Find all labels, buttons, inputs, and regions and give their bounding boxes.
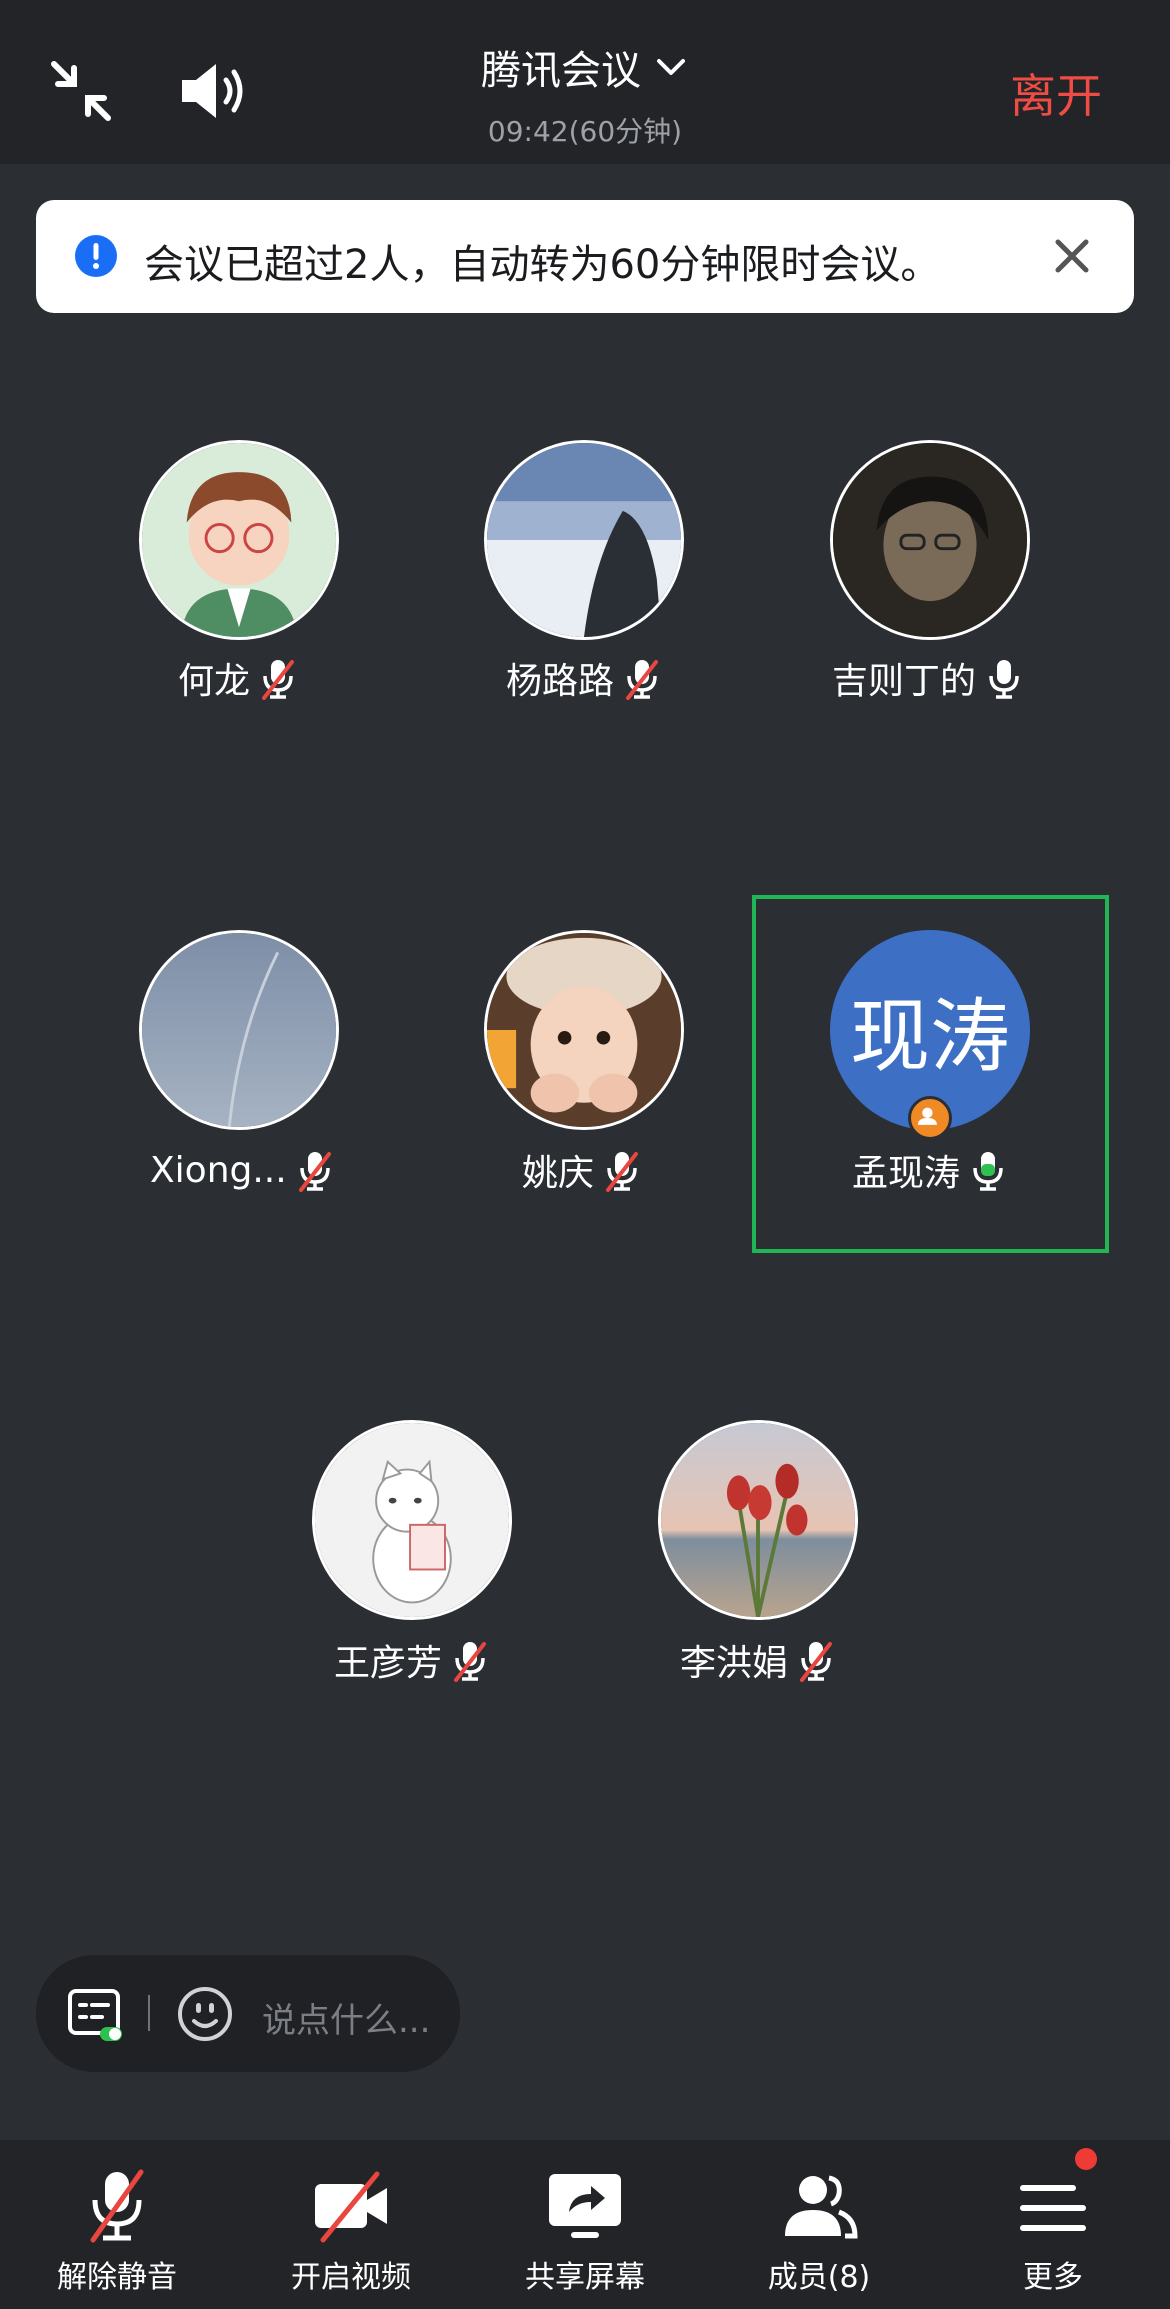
share-screen-icon [549,2174,621,2238]
video-button[interactable]: 开启视频 [261,2140,441,2309]
members-icon [785,2175,858,2239]
participant-name: 李洪娟 [680,1643,789,1684]
chat-bar: 说点什么... [36,1955,460,2072]
top-bar: 腾讯会议 09:42(60分钟) 离开 [0,0,1170,164]
share-label: 共享屏幕 [525,2260,645,2295]
notification-dot [1075,2148,1097,2170]
avatar [139,930,339,1130]
separator [148,1995,150,2031]
avatar [658,1420,858,1620]
mic-muted-icon [454,1640,487,1682]
participant-name: 孟现涛 [852,1153,961,1194]
person-icon [917,1107,937,1125]
meeting-title: 腾讯会议 [481,48,641,94]
members-label: 成员(8) [767,2260,871,2295]
participant-name: 杨路路 [506,661,615,702]
participant-name: 姚庆 [522,1153,595,1194]
unmute-label: 解除静音 [57,2260,177,2295]
avatar [830,440,1030,640]
meeting-timer: 09:42(60分钟) [487,115,683,148]
mic-muted-icon [90,2169,144,2243]
close-icon[interactable] [1050,234,1094,278]
avatar [312,1420,512,1620]
video-off-icon [315,2171,387,2243]
chevron-down-icon [657,59,685,75]
banner-message: 会议已超过2人，自动转为60分钟限时会议。 [144,242,941,288]
more-label: 更多 [1023,2260,1083,2295]
mic-icon [989,658,1019,699]
participant-name: Xiong... [150,1149,287,1191]
unmute-button[interactable]: 解除静音 [27,2140,207,2309]
mic-speaking-icon [973,1150,1003,1191]
chat-input[interactable]: 说点什么... [262,1993,430,2042]
participant-name: 吉则丁的 [832,661,977,702]
notice-banner: 会议已超过2人，自动转为60分钟限时会议。 [36,200,1134,313]
chat-message-icon[interactable] [66,1987,126,2043]
more-button[interactable]: 更多 [963,2140,1143,2309]
members-button[interactable]: 成员(8) [729,2140,909,2309]
mic-muted-icon [298,1150,331,1192]
participant-name: 何龙 [178,661,251,702]
mic-muted-icon [262,658,295,700]
info-icon [75,235,117,277]
mic-muted-icon [800,1640,833,1682]
leave-button[interactable]: 离开 [1010,60,1102,126]
bottom-toolbar: 解除静音 开启视频 共享屏幕 成员(8) 更多 [0,2140,1170,2309]
avatar [484,930,684,1130]
host-badge [908,1096,952,1140]
share-screen-button[interactable]: 共享屏幕 [495,2140,675,2309]
mic-muted-icon [626,658,659,700]
emoji-icon[interactable] [176,1985,234,2043]
participant-name: 王彦芳 [334,1643,443,1684]
video-label: 开启视频 [291,2260,411,2295]
more-menu-icon [1020,2185,1086,2231]
avatar [484,440,684,640]
avatar [139,440,339,640]
meeting-title-area[interactable]: 腾讯会议 09:42(60分钟) [0,38,1170,150]
mic-muted-icon [606,1150,639,1192]
